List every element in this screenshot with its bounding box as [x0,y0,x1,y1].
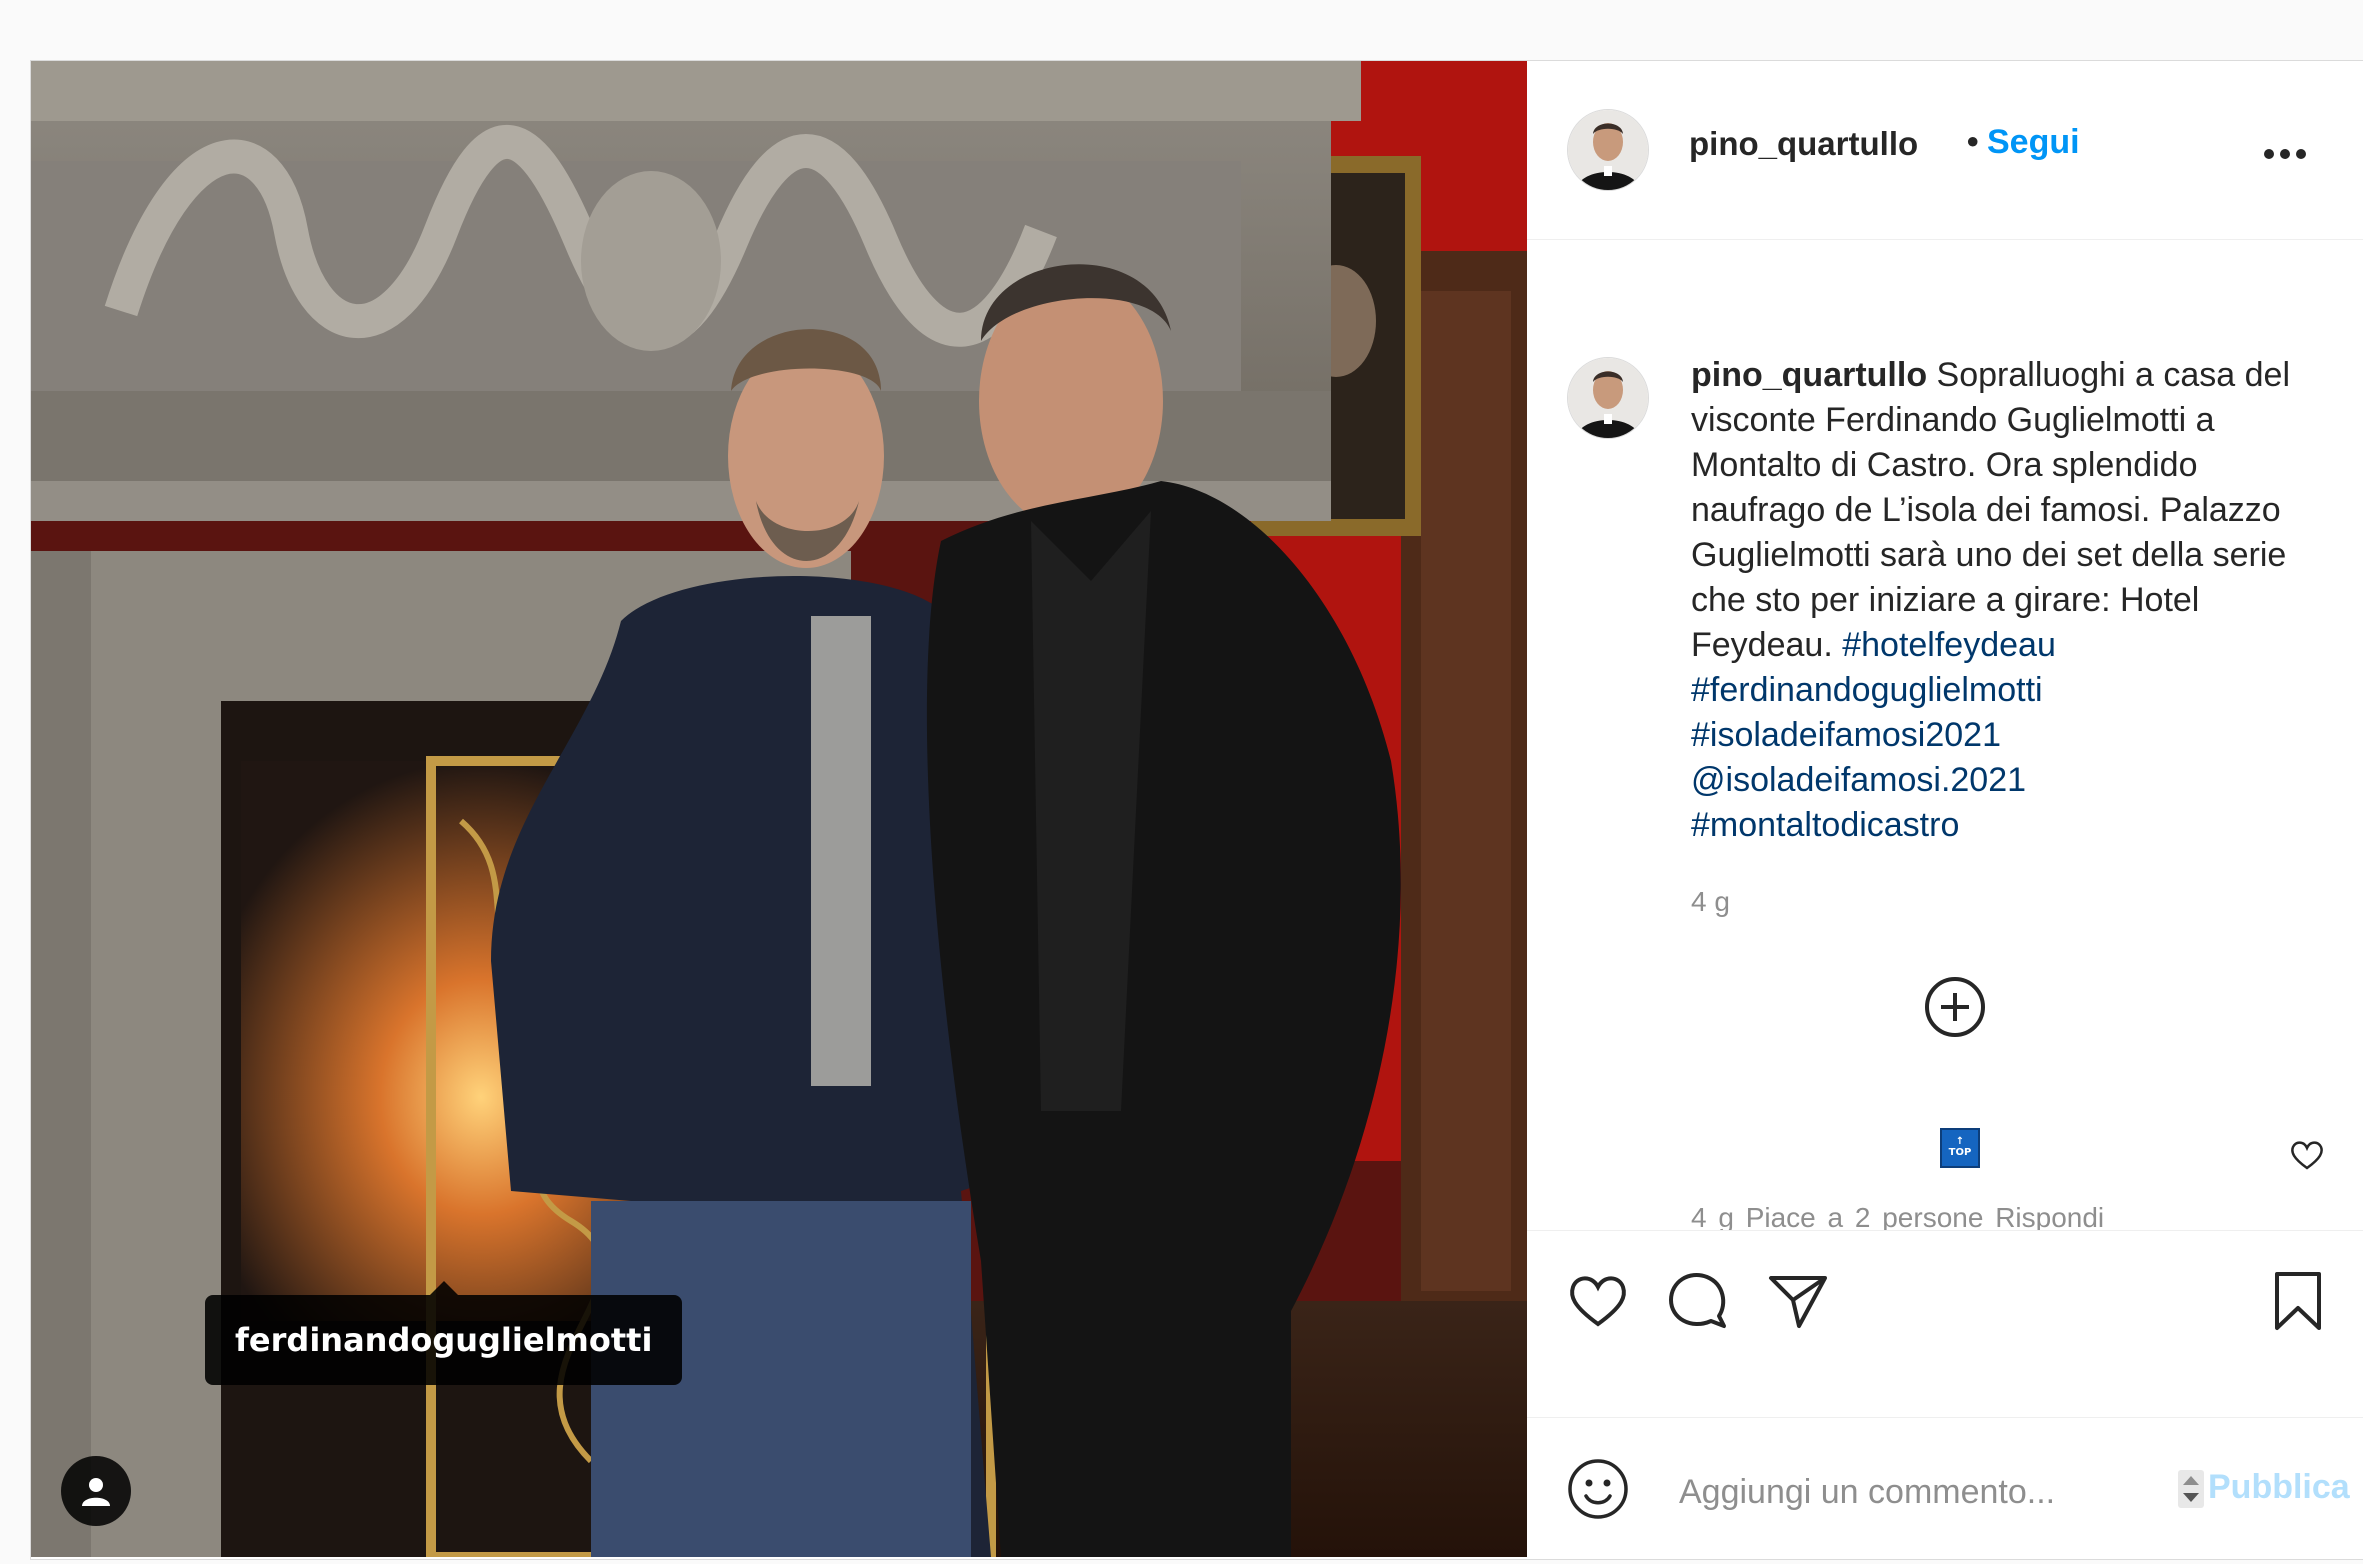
comments-area: pino_quartullo Sopralluoghi a casa del v… [1527,240,2363,1230]
caption-timestamp: 4 g [1691,886,1730,917]
mention-link[interactable]: @isoladeifamosi.2021 [1691,758,2291,803]
up-arrow-icon: ↑ [1955,1136,1965,1147]
caption-username[interactable]: pino_quartullo [1691,356,1927,394]
up-down-arrows-icon [2183,1476,2199,1502]
smiley-icon[interactable] [1567,1458,1629,1520]
comment-composer: Pubblica [1527,1417,2363,1558]
post-side-panel: pino_quartullo • Segui pino_quartullo So… [1527,61,2363,1557]
post-photo[interactable]: ferdinandoguglielmotti [31,61,1527,1557]
tags-button[interactable] [61,1456,131,1526]
photo-tag-label[interactable]: ferdinandoguglielmotti [205,1281,683,1385]
share-button[interactable] [1767,1270,1829,1332]
avatar-image [1568,358,1648,438]
hashtag-link[interactable]: #ferdinandoguglielmotti [1691,668,2291,713]
separator-dot: • [1963,123,1983,162]
post-header: pino_quartullo • Segui [1527,61,2363,240]
stepper-icon [2178,1470,2204,1508]
caption-avatar[interactable] [1567,357,1649,439]
caption: pino_quartullo Sopralluoghi a casa del v… [1691,353,2291,848]
top-badge-label: TOP [1948,1147,1972,1158]
instagram-post: ferdinandoguglielmotti pino_quartullo • [30,60,2363,1560]
avatar[interactable] [1567,109,1649,191]
user-tag-icon [82,1478,110,1506]
follow-button[interactable]: Segui [1987,123,2080,162]
hashtag-link[interactable]: #hotelfeydeau [1842,626,2056,664]
scroll-top-badge[interactable]: ↑ TOP [1940,1128,1980,1168]
comment-button[interactable] [1667,1270,1729,1332]
heart-icon [1570,1276,1626,1327]
publish-button[interactable]: Pubblica [2208,1468,2350,1507]
caption-text: Sopralluoghi a casa del visconte Ferdina… [1691,356,2291,664]
avatar-image [1568,110,1648,190]
more-horizontal-icon[interactable] [2263,147,2307,161]
post-author-username[interactable]: pino_quartullo [1689,125,1918,163]
add-circle-icon[interactable] [1923,975,1987,1039]
hashtag-link[interactable]: #montaltodicastro [1691,803,2291,848]
like-button[interactable] [1567,1270,1629,1332]
action-bar [1527,1230,2363,1391]
comment-meta: 4 g Piace a 2 persone Rispondi [1691,1202,2105,1230]
paper-plane-icon [1769,1276,1827,1328]
comment-bubble-icon [1669,1273,1726,1328]
hashtag-link[interactable]: #isoladeifamosi2021 [1691,713,2291,758]
bookmark-icon [2275,1272,2321,1330]
heart-icon[interactable] [2290,1140,2324,1170]
comment-input[interactable] [1677,1466,2121,1518]
save-button[interactable] [2267,1270,2329,1332]
